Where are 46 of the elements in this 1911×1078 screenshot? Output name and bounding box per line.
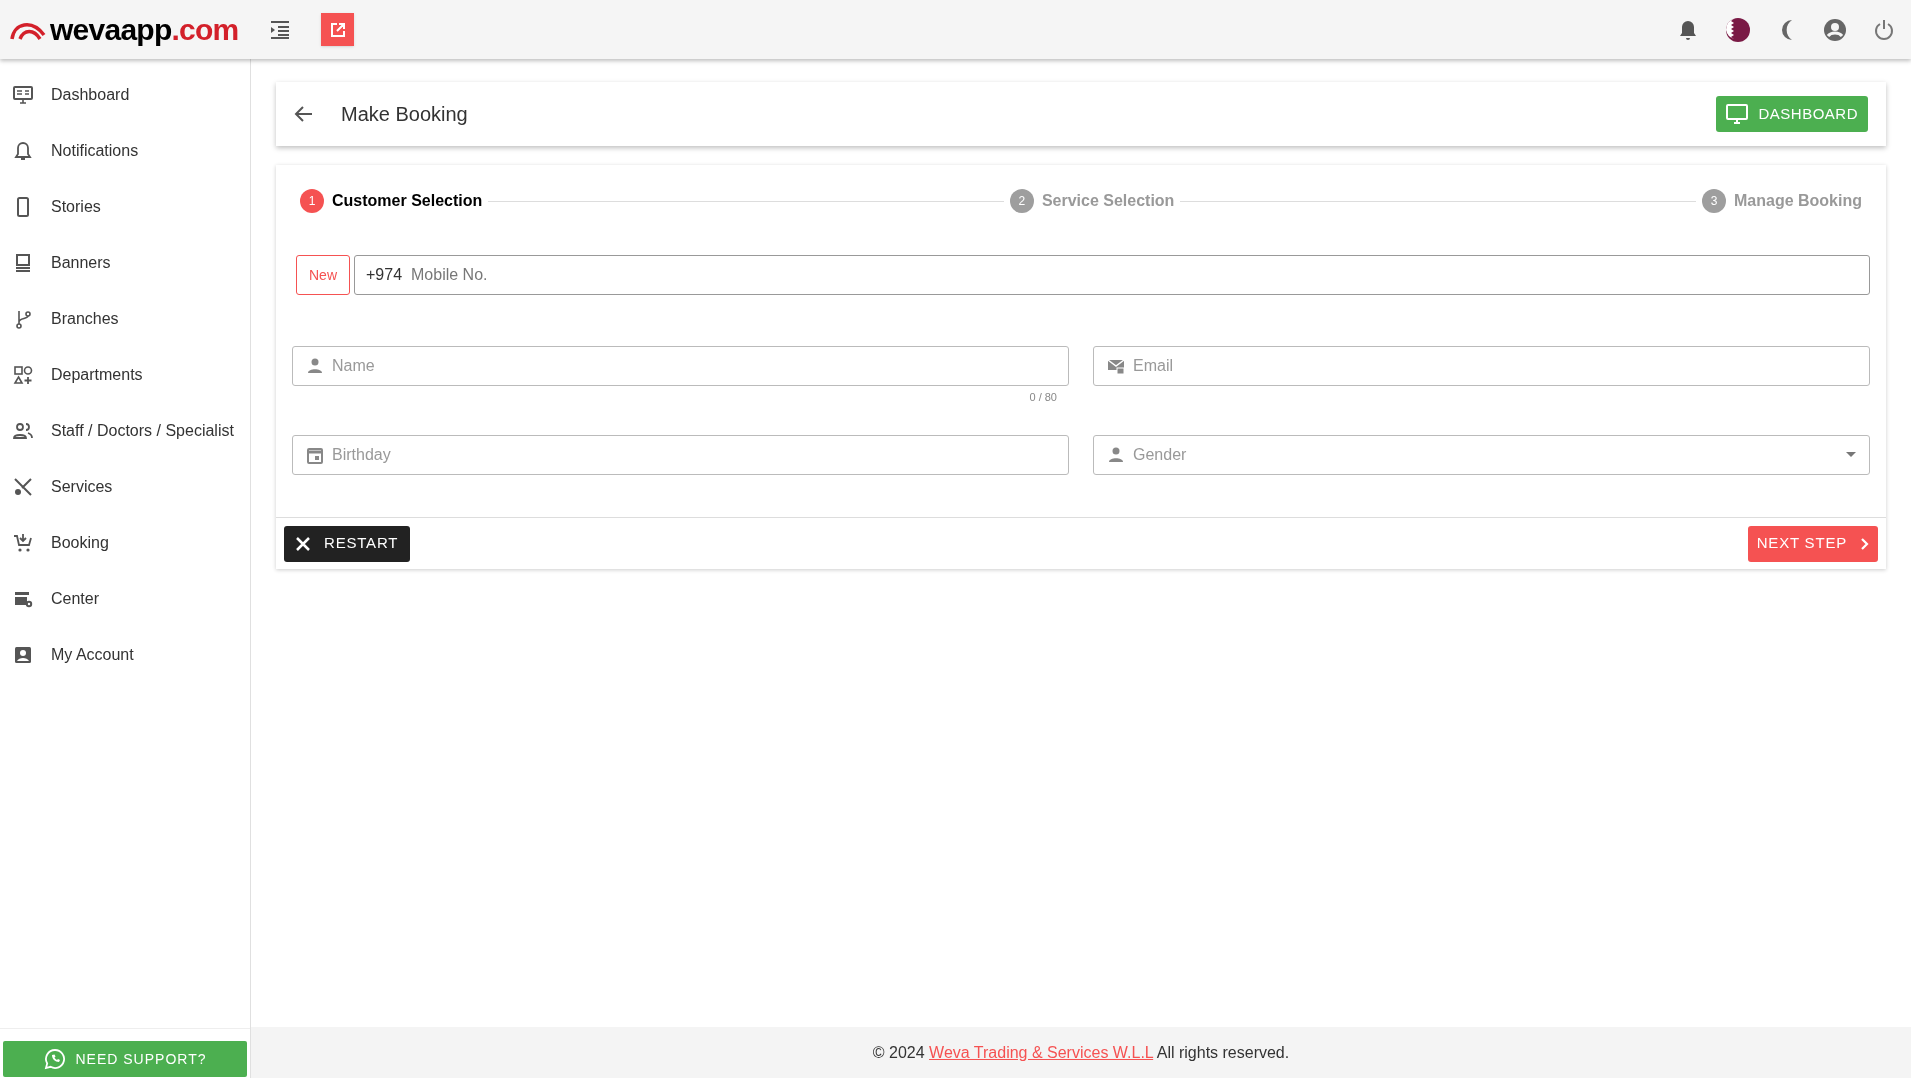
power-icon[interactable] (1874, 18, 1894, 41)
logo: wevaapp.com (50, 14, 239, 45)
chevron-right-icon (1861, 537, 1869, 550)
sidebar-item[interactable]: Services (0, 459, 250, 515)
monitor-icon (1726, 104, 1749, 124)
sidebar-item[interactable]: Staff / Doctors / Specialist (0, 403, 250, 459)
flag-icon[interactable] (1725, 16, 1751, 43)
sidebar-item[interactable]: Dashboard (0, 67, 250, 123)
whatsapp-icon (43, 1048, 66, 1070)
tools-icon (12, 476, 34, 498)
close-icon (296, 536, 310, 551)
sidebar-item[interactable]: Branches (0, 291, 250, 347)
input-field[interactable]: Name (292, 346, 1069, 386)
person-icon (1107, 446, 1125, 464)
sidebar-item[interactable]: Booking (0, 515, 250, 571)
calendar-icon (306, 446, 324, 464)
sidebar-item[interactable]: My Account (0, 627, 250, 683)
back-arrow-icon[interactable] (294, 105, 314, 123)
shapes-icon (12, 364, 34, 386)
input-field[interactable]: Birthday (292, 435, 1069, 475)
person-icon (306, 357, 324, 375)
external-link-icon (329, 21, 346, 38)
dropdown-caret-icon (1846, 452, 1856, 458)
sidebar-item[interactable]: Banners (0, 235, 250, 291)
select-field[interactable]: Gender (1093, 435, 1870, 475)
character-counter: 0 / 80 (1029, 391, 1057, 403)
restart-button[interactable]: RESTART (284, 525, 411, 562)
step-label[interactable]: Customer Selection (332, 189, 483, 213)
account-icon (12, 644, 34, 666)
copyright-text: © 2024 Weva Trading & Services W.L.L All rights reserved. (872, 1042, 1290, 1063)
input-field[interactable]: Email (1093, 346, 1870, 386)
sidebar-item[interactable]: Stories (0, 179, 250, 235)
email-icon (1107, 357, 1125, 375)
sidebar-item[interactable]: Center (0, 571, 250, 627)
sidebar-item[interactable]: Departments (0, 347, 250, 403)
account-circle-icon[interactable] (1823, 17, 1847, 42)
bell-icon (12, 140, 34, 162)
external-link-button[interactable] (321, 13, 354, 46)
monitor-icon (12, 84, 34, 106)
sidebar-item[interactable]: Notifications (0, 123, 250, 179)
notification-bell-icon[interactable] (1678, 18, 1698, 41)
people-icon (12, 420, 34, 442)
page-title: Make Booking (341, 102, 468, 127)
country-code: +974 (366, 265, 403, 285)
menu-indent-icon[interactable] (270, 20, 290, 39)
cart-icon (12, 532, 34, 554)
